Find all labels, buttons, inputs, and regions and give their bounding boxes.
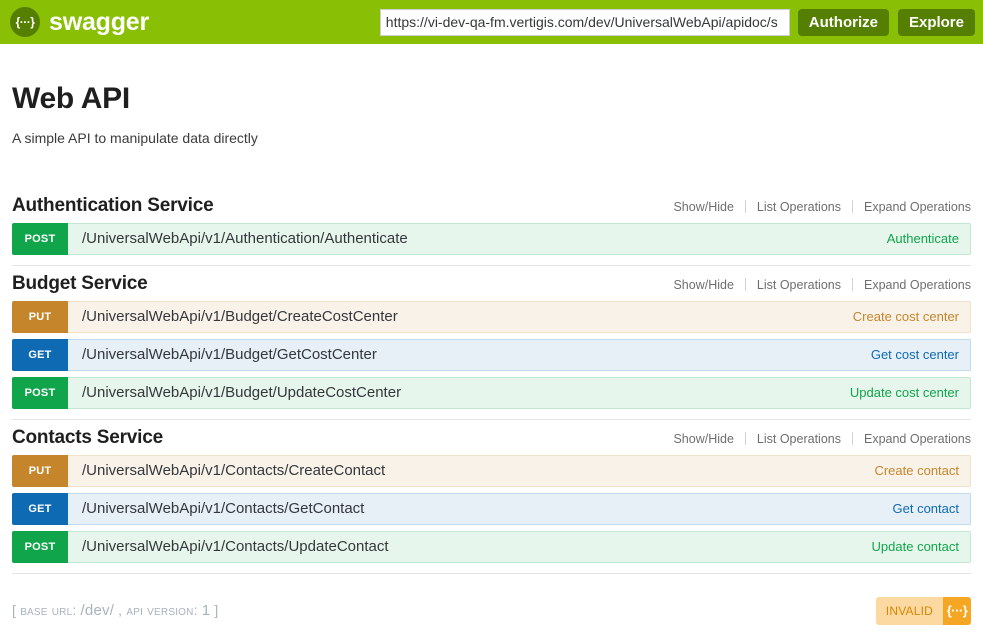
validator-swagger-icon: {···} xyxy=(943,596,971,625)
operation-row[interactable]: PUT/UniversalWebApi/v1/Budget/CreateCost… xyxy=(12,300,971,333)
expand-operations-link[interactable]: Expand Operations xyxy=(853,278,971,292)
resource-header: Authentication Service Show/Hide List Oper… xyxy=(12,188,971,223)
spec-url-input[interactable] xyxy=(379,8,790,36)
operation-method-badge: GET xyxy=(12,338,68,371)
spec-url-form: Authorize Explore xyxy=(379,8,975,36)
resource-title[interactable]: Authentication Service xyxy=(12,195,214,217)
operation-body[interactable]: /UniversalWebApi/v1/Budget/CreateCostCen… xyxy=(68,300,971,333)
list-operations-link[interactable]: List Operations xyxy=(746,200,852,214)
resource-list: Authentication Service Show/Hide List Oper… xyxy=(12,188,971,563)
operation-body[interactable]: /UniversalWebApi/v1/Budget/UpdateCostCen… xyxy=(68,376,971,409)
operation-summary: Update cost center xyxy=(849,385,959,401)
operation-method-badge: PUT xyxy=(12,454,68,487)
operation-path: /UniversalWebApi/v1/Authentication/Authe… xyxy=(82,230,408,248)
base-url-label: BASE URL: xyxy=(20,602,77,619)
operation-row[interactable]: PUT/UniversalWebApi/v1/Contacts/CreateCo… xyxy=(12,454,971,487)
page-content: Web API A simple API to manipulate data … xyxy=(0,44,983,634)
swagger-logo-glyph: {···} xyxy=(15,15,35,29)
resource-link-group: Show/Hide List Operations Expand Operation… xyxy=(662,432,971,446)
base-url-value: /dev/ xyxy=(80,602,115,620)
operation-method-badge: PUT xyxy=(12,300,68,333)
operation-path: /UniversalWebApi/v1/Budget/GetCostCenter xyxy=(82,346,377,364)
comma-separator: , xyxy=(118,602,123,619)
resource-title[interactable]: Contacts Service xyxy=(12,427,163,449)
explore-button[interactable]: Explore xyxy=(897,8,975,36)
resource-section: Budget Service Show/Hide List Operations Ex… xyxy=(12,264,971,409)
api-version-label: API VERSION: xyxy=(126,602,198,619)
operation-row[interactable]: GET/UniversalWebApi/v1/Contacts/GetConta… xyxy=(12,492,971,525)
bracket-open: [ xyxy=(12,602,17,619)
operation-row[interactable]: POST/UniversalWebApi/v1/Contacts/UpdateC… xyxy=(12,530,971,563)
operation-path: /UniversalWebApi/v1/Contacts/GetContact xyxy=(82,500,365,518)
resource-header: Budget Service Show/Hide List Operations Ex… xyxy=(12,266,971,301)
operation-row[interactable]: POST/UniversalWebApi/v1/Authentication/A… xyxy=(12,222,971,255)
operation-body[interactable]: /UniversalWebApi/v1/Contacts/UpdateConta… xyxy=(68,530,971,563)
operation-body[interactable]: /UniversalWebApi/v1/Contacts/CreateConta… xyxy=(68,454,971,487)
list-operations-link[interactable]: List Operations xyxy=(746,278,852,292)
operation-summary: Get contact xyxy=(892,501,959,517)
authorize-button[interactable]: Authorize xyxy=(797,8,889,36)
operation-method-badge: POST xyxy=(12,376,68,409)
resource-link-group: Show/Hide List Operations Expand Operation… xyxy=(662,200,971,214)
expand-operations-link[interactable]: Expand Operations xyxy=(853,432,971,446)
show-hide-link[interactable]: Show/Hide xyxy=(662,278,744,292)
operation-row[interactable]: POST/UniversalWebApi/v1/Budget/UpdateCos… xyxy=(12,376,971,409)
operation-row[interactable]: GET/UniversalWebApi/v1/Budget/GetCostCen… xyxy=(12,338,971,371)
swagger-brand[interactable]: {···} swagger xyxy=(10,7,149,37)
bracket-close: ] xyxy=(214,602,219,619)
api-info: Web API A simple API to manipulate data … xyxy=(12,44,971,147)
operation-path: /UniversalWebApi/v1/Budget/CreateCostCen… xyxy=(82,308,398,326)
top-bar: {···} swagger Authorize Explore xyxy=(0,0,983,44)
show-hide-link[interactable]: Show/Hide xyxy=(662,432,744,446)
operation-body[interactable]: /UniversalWebApi/v1/Authentication/Authe… xyxy=(68,222,971,255)
operation-summary: Create cost center xyxy=(852,309,959,325)
brand-label: swagger xyxy=(49,7,150,36)
operation-body[interactable]: /UniversalWebApi/v1/Contacts/GetContact G… xyxy=(68,492,971,525)
operation-method-badge: POST xyxy=(12,530,68,563)
resource-section: Contacts Service Show/Hide List Operations… xyxy=(12,418,971,563)
api-description: A simple API to manipulate data directly xyxy=(12,130,258,146)
resource-header: Contacts Service Show/Hide List Operations… xyxy=(12,420,971,455)
operation-path: /UniversalWebApi/v1/Budget/UpdateCostCen… xyxy=(82,384,402,402)
list-operations-link[interactable]: List Operations xyxy=(746,432,852,446)
operation-method-badge: POST xyxy=(12,222,68,255)
operation-summary: Authenticate xyxy=(886,231,959,247)
validator-badge[interactable]: INVALID {···} xyxy=(875,596,971,625)
page-title: Web API xyxy=(12,82,130,115)
operation-path: /UniversalWebApi/v1/Contacts/CreateConta… xyxy=(82,462,386,480)
api-version-value: 1 xyxy=(201,602,211,620)
operation-path: /UniversalWebApi/v1/Contacts/UpdateConta… xyxy=(82,538,389,556)
base-url-info: [ BASE URL: /dev/ , API VERSION: 1 ] xyxy=(12,602,219,619)
validator-status: INVALID xyxy=(875,596,943,625)
operation-method-badge: GET xyxy=(12,492,68,525)
show-hide-link[interactable]: Show/Hide xyxy=(662,200,744,214)
operation-summary: Update contact xyxy=(871,539,959,555)
page-footer: [ BASE URL: /dev/ , API VERSION: 1 ] INV… xyxy=(12,572,971,634)
expand-operations-link[interactable]: Expand Operations xyxy=(853,200,971,214)
operation-summary: Create contact xyxy=(874,463,959,479)
operation-body[interactable]: /UniversalWebApi/v1/Budget/GetCostCenter… xyxy=(68,338,971,371)
swagger-logo-icon: {···} xyxy=(10,7,40,37)
resource-title[interactable]: Budget Service xyxy=(12,273,148,295)
operation-summary: Get cost center xyxy=(870,347,959,363)
resource-section: Authentication Service Show/Hide List Oper… xyxy=(12,188,971,255)
resource-link-group: Show/Hide List Operations Expand Operation… xyxy=(662,278,971,292)
